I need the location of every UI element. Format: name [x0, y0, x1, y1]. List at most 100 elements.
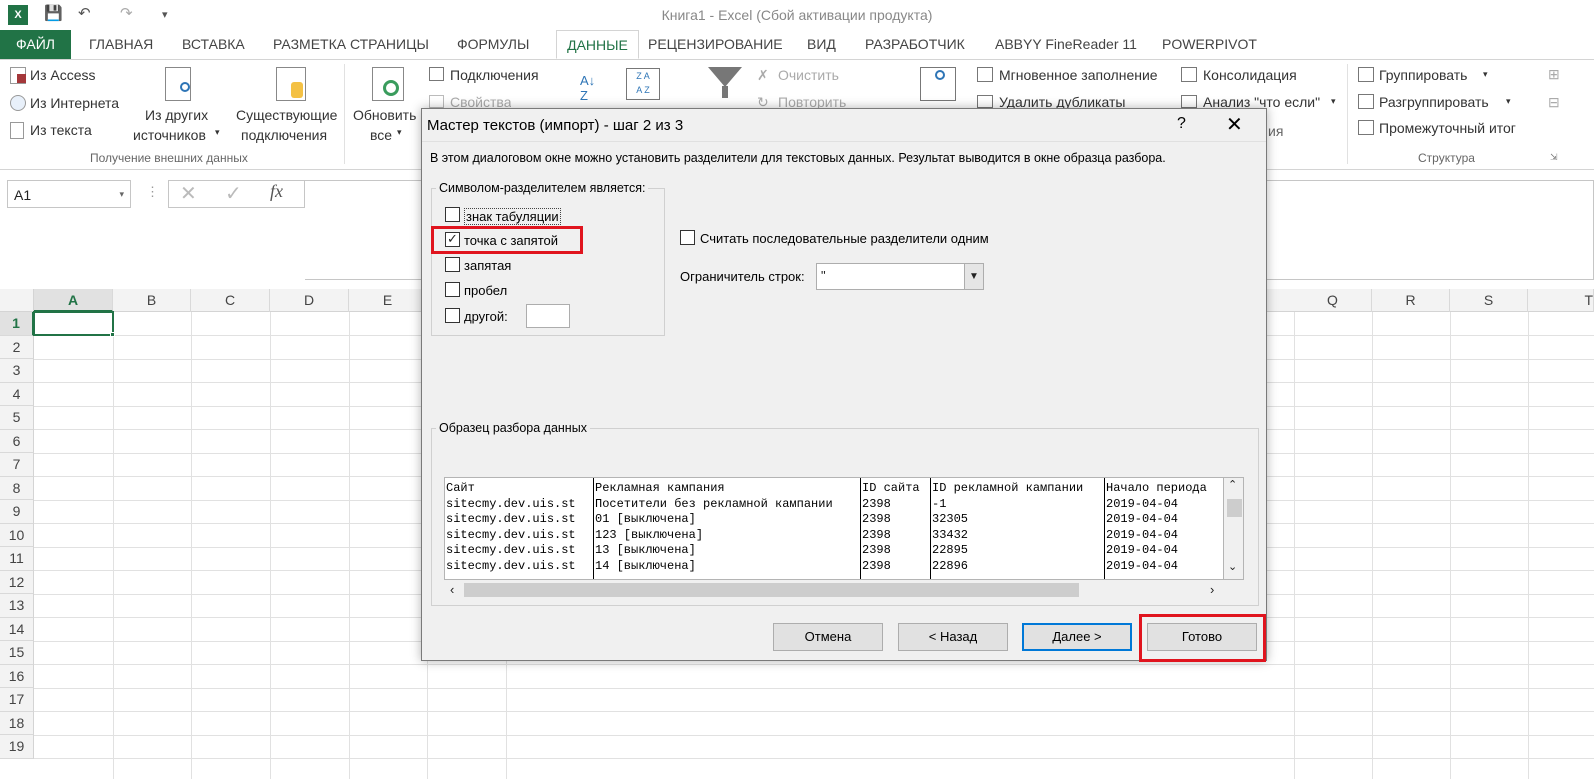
- cancel-icon[interactable]: ✕: [180, 181, 197, 206]
- subtotal-button[interactable]: Промежуточный итог: [1379, 120, 1516, 136]
- row-header[interactable]: 9: [0, 500, 34, 524]
- row-header[interactable]: 19: [0, 735, 34, 759]
- row-header[interactable]: 12: [0, 570, 34, 594]
- name-box[interactable]: A1 ▾: [7, 180, 131, 208]
- scroll-down-icon[interactable]: ⌄: [1228, 560, 1237, 573]
- scroll-right-icon[interactable]: ›: [1210, 582, 1214, 597]
- tab-checkbox[interactable]: [445, 207, 460, 222]
- preview-column[interactable]: Рекламная кампания Посетители без рекламн…: [594, 478, 861, 579]
- help-icon[interactable]: ?: [1177, 115, 1186, 133]
- group-dropdown-icon[interactable]: ▾: [1483, 69, 1488, 80]
- existing-connections-label-1[interactable]: Существующие: [236, 107, 337, 123]
- tab-file[interactable]: ФАЙЛ: [0, 30, 71, 59]
- back-button[interactable]: < Назад: [898, 623, 1008, 651]
- space-checkbox-label[interactable]: пробел: [464, 283, 507, 298]
- other-checkbox[interactable]: [445, 308, 460, 323]
- tab-page-layout[interactable]: РАЗМЕТКА СТРАНИЦЫ: [273, 30, 429, 59]
- sort-az-icon[interactable]: A↓ Z: [580, 73, 595, 103]
- scroll-left-icon[interactable]: ‹: [450, 582, 454, 597]
- other-sources-dropdown-icon[interactable]: ▾: [215, 127, 220, 138]
- refresh-all-label-1[interactable]: Обновить: [353, 107, 416, 123]
- column-header[interactable]: E: [349, 289, 427, 312]
- preview-vertical-scrollbar[interactable]: ⌃ ⌄: [1223, 477, 1244, 580]
- column-header[interactable]: A: [34, 289, 113, 312]
- row-header[interactable]: 5: [0, 406, 34, 430]
- tab-formulas[interactable]: ФОРМУЛЫ: [457, 30, 529, 59]
- row-header[interactable]: 18: [0, 711, 34, 735]
- sort-icon[interactable]: Z AA Z: [626, 68, 660, 100]
- column-header[interactable]: T: [1528, 289, 1594, 312]
- column-header[interactable]: Q: [1294, 289, 1372, 312]
- space-checkbox[interactable]: [445, 282, 460, 297]
- row-header[interactable]: 15: [0, 641, 34, 665]
- tab-review[interactable]: РЕЦЕНЗИРОВАНИЕ: [648, 30, 783, 59]
- selected-cell-a1[interactable]: [33, 311, 114, 336]
- comma-checkbox-label[interactable]: запятая: [464, 258, 511, 273]
- refresh-all-label-2[interactable]: все: [370, 127, 392, 143]
- column-header[interactable]: R: [1372, 289, 1450, 312]
- column-header[interactable]: B: [113, 289, 191, 312]
- flash-fill-button[interactable]: Мгновенное заполнение: [999, 67, 1158, 83]
- row-header[interactable]: 3: [0, 359, 34, 383]
- filter-icon[interactable]: [708, 67, 742, 87]
- data-preview[interactable]: Сайт sitecmy.dev.uis.st sitecmy.dev.uis.st…: [444, 477, 1244, 580]
- column-header[interactable]: D: [270, 289, 349, 312]
- other-sources-label-2[interactable]: источников: [133, 127, 206, 143]
- other-delimiter-input[interactable]: [526, 304, 570, 328]
- clear-button[interactable]: Очистить: [778, 67, 839, 83]
- ungroup-button[interactable]: Разгруппировать: [1379, 94, 1489, 110]
- tab-developer[interactable]: РАЗРАБОТЧИК: [865, 30, 965, 59]
- text-qualifier-select[interactable]: " ▼: [816, 263, 984, 290]
- group-button[interactable]: Группировать: [1379, 67, 1467, 83]
- dialog-launcher-icon[interactable]: ⇲: [1550, 152, 1558, 163]
- hide-detail-icon[interactable]: ⊟: [1548, 94, 1560, 111]
- scroll-up-icon[interactable]: ⌃: [1228, 478, 1237, 491]
- row-header[interactable]: 17: [0, 688, 34, 712]
- consecutive-checkbox-label[interactable]: Считать последовательные разделители одн…: [700, 231, 989, 246]
- consecutive-checkbox[interactable]: [680, 230, 695, 245]
- other-checkbox-label[interactable]: другой:: [464, 309, 508, 324]
- what-if-dropdown-icon[interactable]: ▾: [1331, 96, 1336, 107]
- consolidate-button[interactable]: Консолидация: [1203, 67, 1297, 83]
- close-icon[interactable]: ✕: [1226, 112, 1243, 137]
- preview-column[interactable]: ID рекламной кампании -1 32305 33432 22895 22…: [931, 478, 1105, 579]
- tab-data[interactable]: ДАННЫЕ: [556, 30, 639, 59]
- row-header[interactable]: 16: [0, 664, 34, 688]
- preview-column[interactable]: ID сайта 2398 2398 2398 2398 2398: [861, 478, 931, 579]
- column-header[interactable]: C: [191, 289, 270, 312]
- from-access-button[interactable]: Из Access: [30, 67, 96, 83]
- chevron-down-icon[interactable]: ▼: [964, 264, 983, 289]
- comma-checkbox[interactable]: [445, 257, 460, 272]
- next-button[interactable]: Далее >: [1022, 623, 1132, 651]
- preview-column[interactable]: Сайт sitecmy.dev.uis.st sitecmy.dev.uis.st…: [445, 478, 594, 579]
- tab-powerpivot[interactable]: POWERPIVOT: [1162, 30, 1257, 59]
- row-header[interactable]: 4: [0, 382, 34, 406]
- enter-icon[interactable]: ✓: [225, 181, 242, 206]
- from-web-button[interactable]: Из Интернета: [30, 95, 119, 111]
- scroll-thumb-v[interactable]: [1227, 499, 1242, 517]
- reapply-button[interactable]: Повторить: [778, 94, 846, 108]
- remove-duplicates-button[interactable]: Удалить дубликаты: [999, 94, 1125, 108]
- properties-button[interactable]: Свойства: [450, 94, 511, 108]
- name-box-dropdown-icon[interactable]: ▾: [119, 189, 124, 200]
- scroll-thumb-h[interactable]: [464, 583, 1079, 597]
- existing-connections-label-2[interactable]: подключения: [241, 127, 327, 143]
- tab-insert[interactable]: ВСТАВКА: [182, 30, 245, 59]
- row-header[interactable]: 2: [0, 335, 34, 359]
- row-header[interactable]: 1: [0, 312, 34, 336]
- insert-function-icon[interactable]: fx: [270, 181, 283, 202]
- cancel-button[interactable]: Отмена: [773, 623, 883, 651]
- text-to-columns-icon[interactable]: [920, 67, 956, 101]
- preview-horizontal-scrollbar[interactable]: ‹ ›: [444, 580, 1224, 600]
- row-header[interactable]: 11: [0, 547, 34, 571]
- column-header[interactable]: S: [1450, 289, 1528, 312]
- tab-checkbox-label[interactable]: знак табуляции: [464, 208, 561, 225]
- fill-handle[interactable]: [110, 332, 115, 337]
- row-header[interactable]: 10: [0, 523, 34, 547]
- connections-button[interactable]: Подключения: [450, 67, 539, 83]
- other-sources-label-1[interactable]: Из других: [145, 107, 208, 123]
- tab-view[interactable]: ВИД: [807, 30, 836, 59]
- tab-home[interactable]: ГЛАВНАЯ: [89, 30, 153, 59]
- row-header[interactable]: 8: [0, 476, 34, 500]
- refresh-dropdown-icon[interactable]: ▾: [397, 127, 402, 138]
